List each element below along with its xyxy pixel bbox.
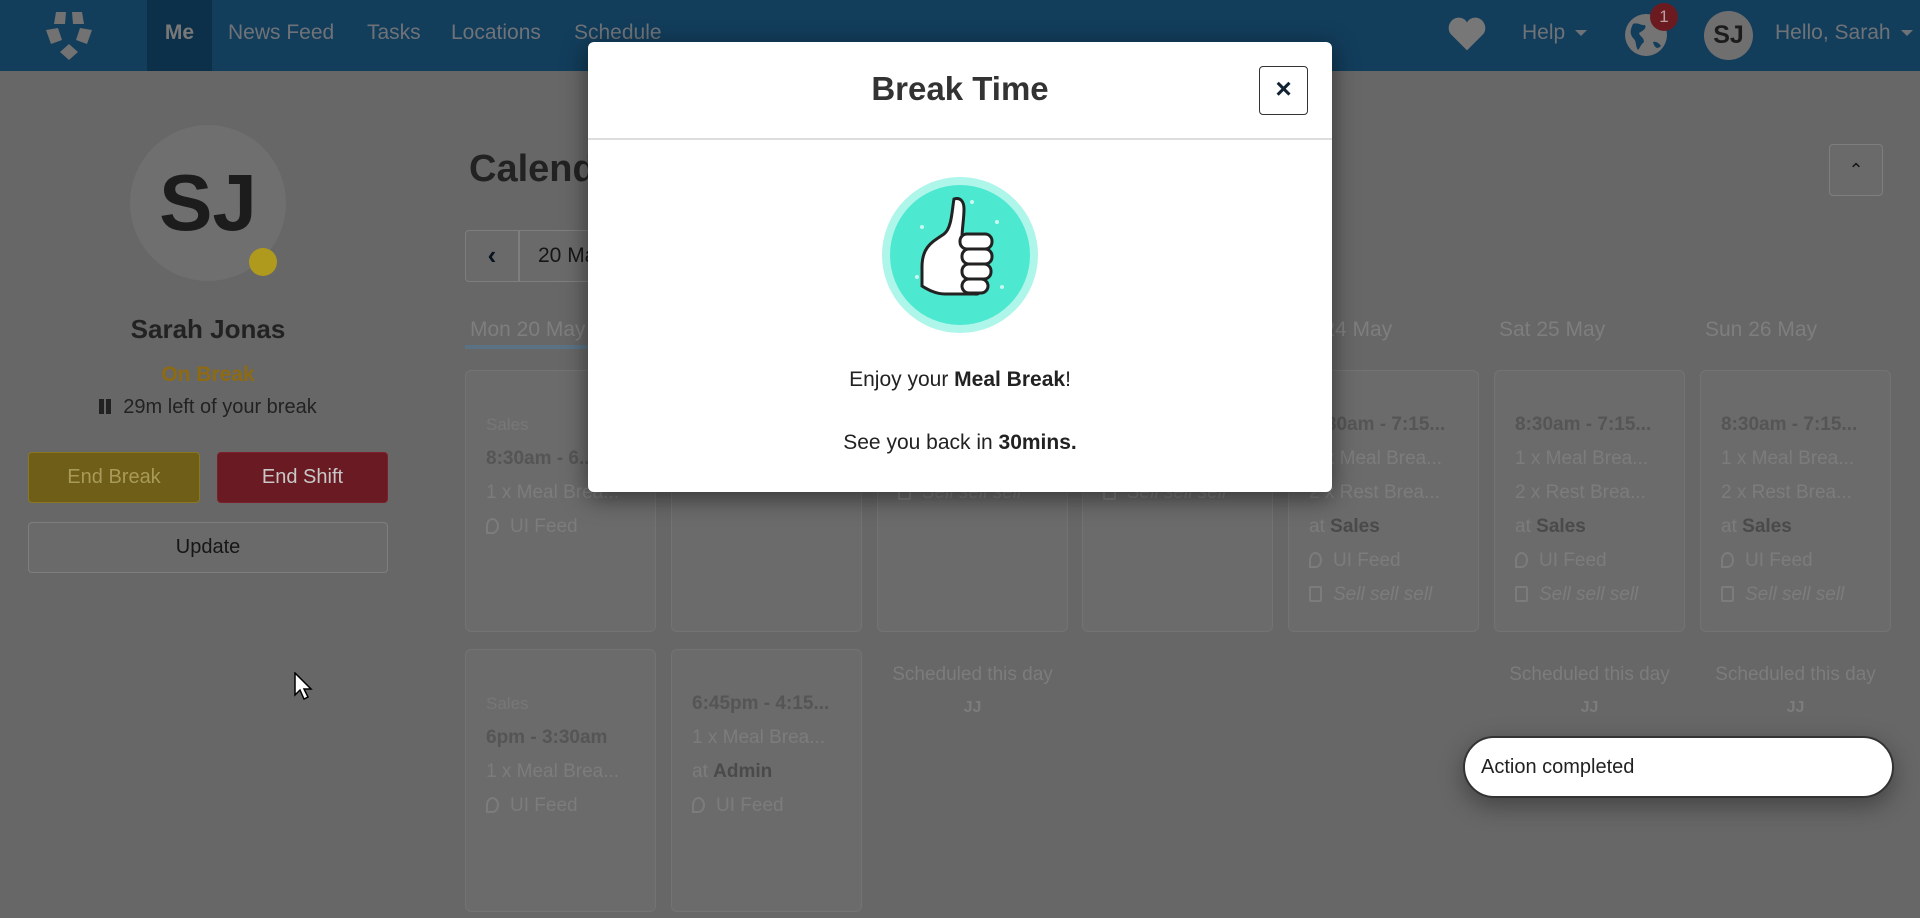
scheduled-label: Scheduled this day: [1509, 664, 1670, 685]
mouse-cursor-icon: [294, 672, 313, 700]
at-prefix: at: [1309, 516, 1325, 537]
shift-note: Sell sell sell: [1721, 584, 1844, 606]
break-remaining: 29m left of your break: [0, 396, 416, 419]
help-menu[interactable]: Help: [1522, 0, 1588, 71]
enjoy-suffix: !: [1065, 368, 1071, 391]
shift-location: UI Feed: [486, 516, 578, 538]
at-prefix: at: [1515, 516, 1531, 537]
shift-card[interactable]: 8:30am - 7:15... 1 x Meal Brea... 2 x Rest…: [1494, 370, 1685, 632]
nav-tasks[interactable]: Tasks: [367, 0, 421, 71]
shift-area: at Sales: [1309, 516, 1380, 538]
map-pin-icon: [1309, 552, 1322, 568]
map-pin-icon: [486, 797, 499, 813]
shift-time: 6:45pm - 4:15...: [692, 693, 830, 714]
status-dot: [249, 248, 277, 276]
thumbs-up-icon: [882, 177, 1038, 333]
shift-location: UI Feed: [1515, 550, 1607, 572]
caret-down-icon: [1575, 30, 1588, 37]
shift-location: UI Feed: [486, 795, 578, 817]
note-icon: [1309, 586, 1322, 602]
shift-time: 8:30am - 6...: [486, 448, 595, 469]
logo-icon[interactable]: [42, 10, 96, 60]
enjoy-message: Enjoy your Meal Break!: [588, 368, 1332, 392]
caret-down-icon: [1900, 30, 1913, 37]
shift-card[interactable]: 6:45pm - 4:15... 1 x Meal Brea... at Admin…: [671, 649, 862, 912]
map-pin-icon: [692, 797, 705, 813]
break-item: 1 x Meal Brea...: [486, 761, 620, 782]
shift-area-value: Sales: [1536, 516, 1586, 537]
return-prefix: See you back in: [843, 431, 999, 454]
toast-notification: Action completed: [1463, 736, 1894, 798]
shift-area: at Admin: [692, 761, 772, 783]
user-avatar[interactable]: SJ: [1704, 11, 1753, 60]
shift-location: UI Feed: [692, 795, 784, 817]
team-label: Sales: [486, 694, 529, 713]
break-item: 2 x Rest Brea...: [1721, 482, 1852, 503]
chevron-left-icon: ‹: [487, 240, 497, 270]
greeting-label: Hello, Sarah: [1775, 21, 1891, 44]
nav-news-feed[interactable]: News Feed: [228, 0, 334, 71]
pause-icon: [99, 399, 112, 414]
scheduled-label: Scheduled this day: [1715, 664, 1876, 685]
shift-area-value: Sales: [1330, 516, 1380, 537]
break-item: 1 x Meal Brea...: [1515, 448, 1649, 469]
break-item: 2 x Rest Brea...: [1515, 482, 1646, 503]
scheduled-initials[interactable]: JJ: [1494, 699, 1685, 717]
shift-time: 6pm - 3:30am: [486, 727, 608, 748]
nav-locations[interactable]: Locations: [451, 0, 541, 71]
return-message: See you back in 30mins.: [588, 431, 1332, 455]
scheduled-initials[interactable]: JJ: [1700, 699, 1891, 717]
note-icon: [1515, 586, 1528, 602]
scheduled-label: Scheduled this day: [892, 664, 1053, 685]
user-menu[interactable]: Hello, Sarah: [1775, 0, 1913, 71]
shift-note: Sell sell sell: [1515, 584, 1638, 606]
note-icon: [1721, 586, 1734, 602]
chevron-up-icon: ⌃: [1848, 160, 1864, 180]
modal-title: Break Time: [871, 70, 1049, 107]
break-item: 1 x Meal Brea...: [692, 727, 826, 748]
close-icon: ×: [1275, 73, 1292, 104]
break-remaining-text: 29m left of your break: [123, 396, 317, 418]
shift-area-value: Sales: [1742, 516, 1792, 537]
team-label: Sales: [486, 415, 529, 434]
return-time: 30mins.: [998, 431, 1077, 454]
update-button[interactable]: Update: [28, 522, 388, 573]
at-prefix: at: [1721, 516, 1737, 537]
break-type: Meal Break: [954, 368, 1066, 391]
shift-card[interactable]: Sales 6pm - 3:30am 1 x Meal Brea... UI Feed: [465, 649, 656, 912]
map-pin-icon: [1721, 552, 1734, 568]
shift-card[interactable]: 8:30am - 7:15... 1 x Meal Brea... 2 x Rest…: [1700, 370, 1891, 632]
close-button[interactable]: ×: [1259, 66, 1308, 115]
scheduled-initials[interactable]: JJ: [877, 699, 1068, 717]
day-header: Mon 20 May: [470, 318, 586, 341]
prev-week-button[interactable]: ‹: [465, 230, 519, 282]
help-label: Help: [1522, 21, 1566, 44]
profile-name: Sarah Jonas: [130, 314, 286, 344]
shift-time: 8:30am - 7:15...: [1721, 414, 1858, 435]
shift-area-value: Admin: [713, 761, 773, 782]
scroll-up-button[interactable]: ⌃: [1829, 144, 1883, 196]
shift-time: 8:30am - 7:15...: [1515, 414, 1652, 435]
at-prefix: at: [692, 761, 708, 782]
status-label: On Break: [161, 363, 255, 386]
end-break-button[interactable]: End Break: [28, 452, 200, 503]
notification-badge: 1: [1650, 3, 1678, 31]
shift-location: UI Feed: [1309, 550, 1401, 572]
end-shift-button[interactable]: End Shift: [217, 452, 388, 503]
heart-icon[interactable]: [1447, 16, 1487, 52]
day-header: Sat 25 May: [1499, 318, 1606, 341]
enjoy-prefix: Enjoy your: [849, 368, 955, 391]
shift-note: Sell sell sell: [1309, 584, 1432, 606]
break-time-modal: Break Time × Enjoy your Meal Break! See …: [588, 42, 1332, 492]
day-header: Sun 26 May: [1705, 318, 1818, 341]
shift-area: at Sales: [1721, 516, 1792, 538]
nav-me[interactable]: Me: [147, 0, 212, 71]
map-pin-icon: [1515, 552, 1528, 568]
map-pin-icon: [486, 518, 499, 534]
shift-area: at Sales: [1515, 516, 1586, 538]
break-item: 1 x Meal Brea...: [1721, 448, 1855, 469]
shift-location: UI Feed: [1721, 550, 1813, 572]
